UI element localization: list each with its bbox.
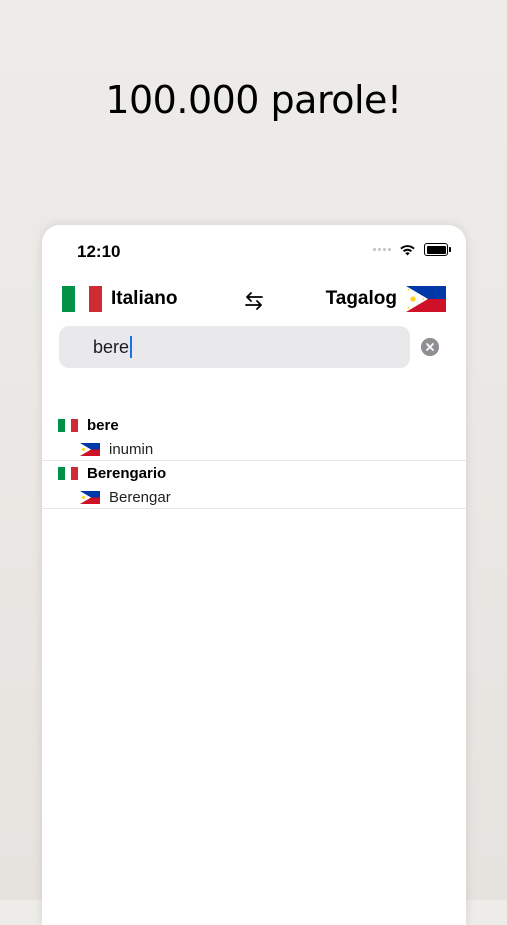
philippines-flag-icon (406, 286, 446, 312)
result-item[interactable]: bere inumin (42, 413, 466, 461)
battery-icon (424, 243, 451, 256)
cellular-signal-icon (373, 248, 391, 251)
results-list: bere inumin Berengario Berengar (42, 413, 466, 509)
target-language-selector[interactable]: Tagalog (326, 286, 446, 312)
translation-entry: inumin (80, 441, 153, 458)
translation-entry: Berengar (80, 489, 171, 506)
result-item[interactable]: Berengario Berengar (42, 461, 466, 509)
promo-headline: 100.000 parole! (105, 78, 402, 122)
source-word: Berengario (87, 465, 167, 482)
search-row: bere (59, 326, 449, 368)
italy-flag-icon (58, 467, 79, 480)
status-bar: 12:10 (42, 225, 466, 277)
translation-word: inumin (109, 441, 154, 458)
translation-word: Berengar (109, 489, 171, 506)
source-entry: Berengario (58, 465, 166, 482)
phone-screen: 12:10 Italiano Tagalog bere bere inumin … (42, 225, 466, 925)
target-language-label: Tagalog (325, 288, 397, 309)
wifi-icon (400, 245, 415, 256)
status-time: 12:10 (77, 242, 121, 261)
source-language-selector[interactable]: Italiano (62, 286, 178, 312)
source-language-label: Italiano (111, 288, 178, 309)
italy-flag-icon (62, 286, 102, 312)
text-caret (130, 336, 133, 358)
swap-arrows-icon[interactable] (242, 289, 266, 313)
italy-flag-icon (58, 419, 79, 432)
search-input-value: bere (93, 336, 130, 357)
search-input[interactable]: bere (59, 326, 410, 368)
clear-circle-icon[interactable] (421, 338, 439, 356)
status-icons (373, 243, 451, 256)
source-entry: bere (58, 417, 119, 434)
philippines-flag-icon (80, 491, 100, 504)
source-word: bere (87, 417, 119, 434)
philippines-flag-icon (80, 443, 100, 456)
language-bar: Italiano Tagalog (42, 283, 466, 317)
